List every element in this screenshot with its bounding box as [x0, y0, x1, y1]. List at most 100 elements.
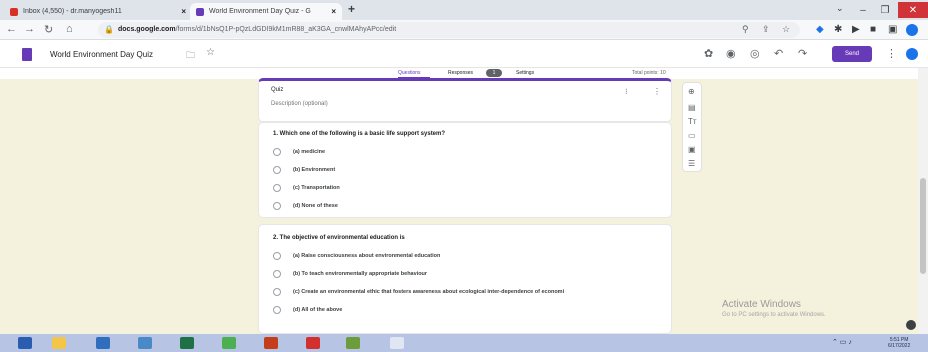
browser-tab-forms[interactable]: World Environment Day Quiz - G × [190, 3, 342, 20]
minecraft-icon[interactable] [346, 337, 360, 349]
profile-avatar[interactable] [906, 24, 918, 36]
option-label: (a) medicine [293, 149, 326, 155]
maximize-window-icon[interactable]: ❐ [874, 2, 896, 18]
clock-date: 6/17/2022 [888, 343, 911, 349]
answer-option[interactable]: (c) Transportation [273, 183, 340, 193]
chevron-down-icon[interactable]: ⌄ [836, 3, 844, 14]
more-vert-icon[interactable]: ⋮ [886, 47, 897, 60]
tab-title: Inbox (4,550) - dr.manyogesh11 [23, 8, 122, 15]
palette-icon[interactable]: ◉ [726, 47, 736, 60]
move-to-folder-icon[interactable]: 🗀 [186, 48, 195, 64]
question-text[interactable]: 1. Which one of the following is a basic… [273, 131, 445, 137]
answer-option[interactable]: (a) Raise consciousness about environmen… [273, 251, 440, 261]
tab-questions[interactable]: Questions [398, 70, 421, 76]
radio-button[interactable] [273, 306, 281, 314]
excel-icon[interactable] [180, 337, 194, 349]
add-image-icon[interactable]: ▭ [688, 131, 696, 140]
radio-button[interactable] [273, 270, 281, 278]
help-feedback-icon[interactable] [906, 320, 916, 330]
close-tab-icon[interactable]: × [181, 7, 186, 16]
star-icon[interactable]: ☆ [206, 47, 215, 58]
google-forms-logo-icon[interactable] [22, 48, 32, 61]
drag-handle-icon[interactable]: ⁝ [625, 87, 628, 96]
option-label: (b) Environment [293, 167, 336, 173]
more-vert-icon[interactable]: ⋮ [653, 87, 661, 96]
undo-icon[interactable]: ↶ [774, 47, 783, 60]
radio-button[interactable] [273, 202, 281, 210]
url-domain: docs.google.com [118, 26, 176, 33]
radio-button[interactable] [273, 288, 281, 296]
scrollbar-thumb[interactable] [920, 178, 926, 274]
word-icon[interactable] [96, 337, 110, 349]
import-questions-icon[interactable]: ▤ [688, 103, 696, 112]
tab-responses[interactable]: Responses [448, 70, 473, 76]
page-scrollbar[interactable] [918, 68, 928, 336]
bookmark-star-icon[interactable]: ☆ [782, 24, 790, 35]
chrome-icon[interactable] [222, 337, 236, 349]
url-path: /forms/d/1bNsQ1P-pQzLdGDI9kM1mR88_aK3GA_… [175, 26, 397, 33]
home-icon[interactable]: ⌂ [66, 23, 73, 35]
zoom-icon[interactable]: ⚲ [742, 24, 749, 35]
radio-button[interactable] [273, 166, 281, 174]
tab-search-icon[interactable]: ▣ [888, 24, 897, 35]
option-label: (b) To teach environmentally appropriate… [293, 271, 428, 277]
new-tab-icon[interactable]: + [348, 2, 355, 16]
preview-eye-icon[interactable]: ◎ [750, 47, 760, 60]
file-explorer-icon[interactable] [52, 337, 66, 349]
answer-option[interactable]: (b) Environment [273, 165, 335, 175]
sidepanel-icon[interactable]: ■ [870, 24, 876, 35]
add-video-icon[interactable]: ▣ [688, 145, 696, 154]
back-icon[interactable]: ← [6, 23, 17, 35]
powerpoint-icon[interactable] [264, 337, 278, 349]
radio-button[interactable] [273, 148, 281, 156]
add-title-icon[interactable]: Tт [688, 117, 697, 126]
windows-start-icon[interactable] [18, 337, 32, 349]
answer-option[interactable]: (c) Create an environmental ethic that f… [273, 287, 564, 297]
question-card-2[interactable]: 2. The objective of environmental educat… [258, 224, 672, 334]
share-icon[interactable]: ⇪ [762, 24, 770, 35]
form-title[interactable]: Quiz [271, 87, 283, 93]
form-description-field[interactable]: Description (optional) [271, 101, 328, 107]
address-bar[interactable]: 🔒 docs.google.com/forms/d/1bNsQ1P-pQzLdG… [98, 22, 800, 38]
option-label: (a) Raise consciousness about environmen… [293, 253, 441, 259]
add-question-icon[interactable]: ⊕ [688, 87, 695, 96]
answer-option[interactable]: (b) To teach environmentally appropriate… [273, 269, 427, 279]
question-card-1[interactable]: 1. Which one of the following is a basic… [258, 122, 672, 218]
form-document-title[interactable]: World Environment Day Quiz [50, 50, 153, 59]
windows-taskbar: ⌃ ▭ ♪ 5:51 PM 6/17/2022 [0, 334, 928, 352]
radio-button[interactable] [273, 184, 281, 192]
browser-tab-strip: Inbox (4,550) - dr.manyogesh11 × World E… [0, 0, 928, 20]
option-label: (d) None of these [293, 203, 338, 209]
add-section-icon[interactable]: ☰ [688, 159, 695, 168]
minimize-window-icon[interactable]: – [852, 2, 874, 18]
gmail-icon [10, 7, 18, 16]
forward-icon[interactable]: → [24, 23, 35, 35]
taskbar-clock[interactable]: 5:51 PM 6/17/2022 [888, 337, 910, 349]
answer-option[interactable]: (d) None of these [273, 201, 338, 211]
avatar[interactable] [906, 48, 918, 60]
answer-option[interactable]: (a) medicine [273, 147, 325, 157]
chrome-active-icon[interactable] [390, 337, 404, 349]
question-text[interactable]: 2. The objective of environmental educat… [273, 235, 405, 241]
browser-tab-gmail[interactable]: Inbox (4,550) - dr.manyogesh11 × [4, 3, 192, 20]
redo-icon[interactable]: ↷ [798, 47, 807, 60]
reload-icon[interactable]: ↻ [44, 23, 53, 36]
radio-button[interactable] [273, 252, 281, 260]
tab-settings[interactable]: Settings [516, 70, 534, 76]
store-icon[interactable] [138, 337, 152, 349]
forms-app-bar: World Environment Day Quiz 🗀 ☆ ✿ ◉ ◎ ↶ ↷… [0, 40, 928, 68]
activate-windows-subtitle: Go to PC settings to activate Windows. [722, 312, 826, 318]
total-points: Total points: 10 [632, 70, 666, 76]
form-title-card[interactable]: Quiz Description (optional) ⁝ ⋮ [258, 78, 672, 122]
acrobat-icon[interactable] [306, 337, 320, 349]
extension-icon[interactable]: ◆ [816, 24, 824, 35]
media-icon[interactable]: ▶ [852, 24, 860, 35]
close-window-icon[interactable]: ✕ [898, 2, 928, 18]
system-tray-icons[interactable]: ⌃ ▭ ♪ [832, 338, 852, 346]
responses-count-badge: 1 [486, 69, 502, 77]
addon-icon[interactable]: ✿ [704, 47, 713, 60]
answer-option[interactable]: (d) All of the above [273, 305, 342, 315]
puzzle-extension-icon[interactable]: ✱ [834, 24, 842, 35]
send-button[interactable]: Send [832, 46, 872, 62]
close-tab-icon[interactable]: × [331, 7, 336, 16]
